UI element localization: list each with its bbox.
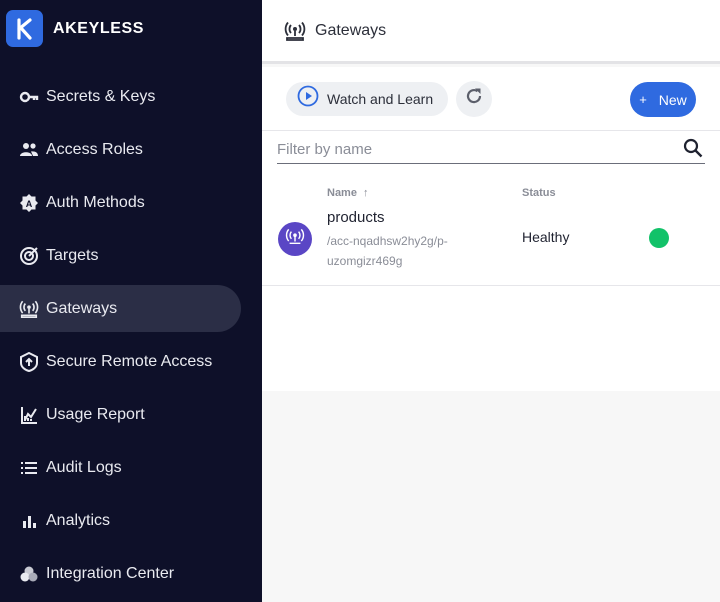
play-circle-icon [297, 85, 319, 112]
page-title: Gateways [315, 21, 387, 39]
sidebar-item-label: Audit Logs [46, 458, 122, 476]
sidebar: AKEYLESS Secrets & Keys Access Roles A A… [0, 0, 262, 602]
gateway-antenna-icon [284, 19, 308, 43]
filter-input[interactable] [277, 133, 667, 163]
sidebar-item-label: Secrets & Keys [46, 87, 156, 105]
sidebar-nav: Secrets & Keys Access Roles A Auth Metho… [0, 73, 262, 602]
refresh-button[interactable] [456, 80, 493, 117]
sort-ascending-icon: ↑ [363, 187, 369, 199]
sidebar-item-label: Auth Methods [46, 193, 145, 211]
people-icon [19, 140, 39, 160]
brand-name: AKEYLESS [53, 19, 145, 37]
gateway-status: Healthy [522, 229, 570, 245]
column-header-name[interactable]: Name ↑ [327, 187, 369, 199]
sidebar-item-label: Access Roles [46, 140, 143, 158]
sidebar-item-auth-methods[interactable]: A Auth Methods [0, 179, 241, 226]
plus-icon: + [639, 92, 647, 107]
gateways-list-card: Watch and Learn + New Name ↑ Status [262, 67, 720, 305]
sidebar-item-secure-remote-access[interactable]: Secure Remote Access [0, 338, 241, 385]
status-indicator [649, 228, 669, 248]
brand[interactable]: AKEYLESS [6, 10, 144, 47]
filter-field [277, 133, 705, 164]
sidebar-item-secrets-keys[interactable]: Secrets & Keys [0, 73, 241, 120]
main-panel: Gateways Watch and Learn + New Filter by… [262, 0, 720, 602]
new-gateway-button[interactable]: + New [630, 82, 696, 117]
sidebar-item-label: Integration Center [46, 564, 175, 582]
gateway-antenna-icon [285, 228, 305, 251]
watch-and-learn-label: Watch and Learn [327, 90, 434, 107]
table-row[interactable]: products /acc-nqadhsw2hy2g/p-uzomgizr469… [262, 203, 720, 286]
shield-up-icon [19, 351, 39, 372]
sidebar-item-label: Secure Remote Access [46, 352, 213, 370]
sidebar-item-access-roles[interactable]: Access Roles [0, 126, 241, 173]
new-button-label: New [658, 91, 687, 108]
akeyless-logo-icon [6, 10, 43, 47]
list-icon [19, 458, 39, 478]
target-icon [19, 246, 39, 266]
page-header: Gateways [262, 0, 720, 64]
sidebar-item-analytics[interactable]: Analytics [0, 497, 241, 544]
bar-chart-icon [19, 511, 39, 531]
gateway-avatar [278, 222, 312, 256]
key-icon [19, 87, 39, 107]
sidebar-item-label: Gateways [46, 299, 118, 317]
sidebar-item-label: Usage Report [46, 405, 145, 423]
sidebar-item-targets[interactable]: Targets [0, 232, 241, 279]
sidebar-item-audit-logs[interactable]: Audit Logs [0, 444, 241, 491]
gateway-antenna-icon [19, 299, 39, 319]
sidebar-item-label: Analytics [46, 511, 111, 529]
watch-and-learn-button[interactable]: Watch and Learn [286, 81, 449, 116]
toolbar: Watch and Learn + New [262, 67, 720, 131]
svg-text:A: A [26, 199, 33, 209]
search-icon[interactable] [683, 138, 703, 163]
content-spacer [262, 305, 720, 391]
sidebar-item-gateways[interactable]: Gateways [0, 285, 241, 332]
auth-badge-icon: A [19, 193, 39, 213]
sidebar-item-integration-center[interactable]: Integration Center [0, 550, 241, 597]
gateway-path: /acc-nqadhsw2hy2g/p-uzomgizr469g [327, 234, 448, 268]
integration-icon [19, 564, 39, 584]
sidebar-item-usage-report[interactable]: Usage Report [0, 391, 241, 438]
refresh-icon [464, 86, 484, 111]
gateway-name[interactable]: products [327, 209, 385, 226]
usage-chart-icon [19, 405, 39, 425]
column-header-status[interactable]: Status [522, 187, 556, 199]
sidebar-item-label: Targets [46, 246, 99, 264]
